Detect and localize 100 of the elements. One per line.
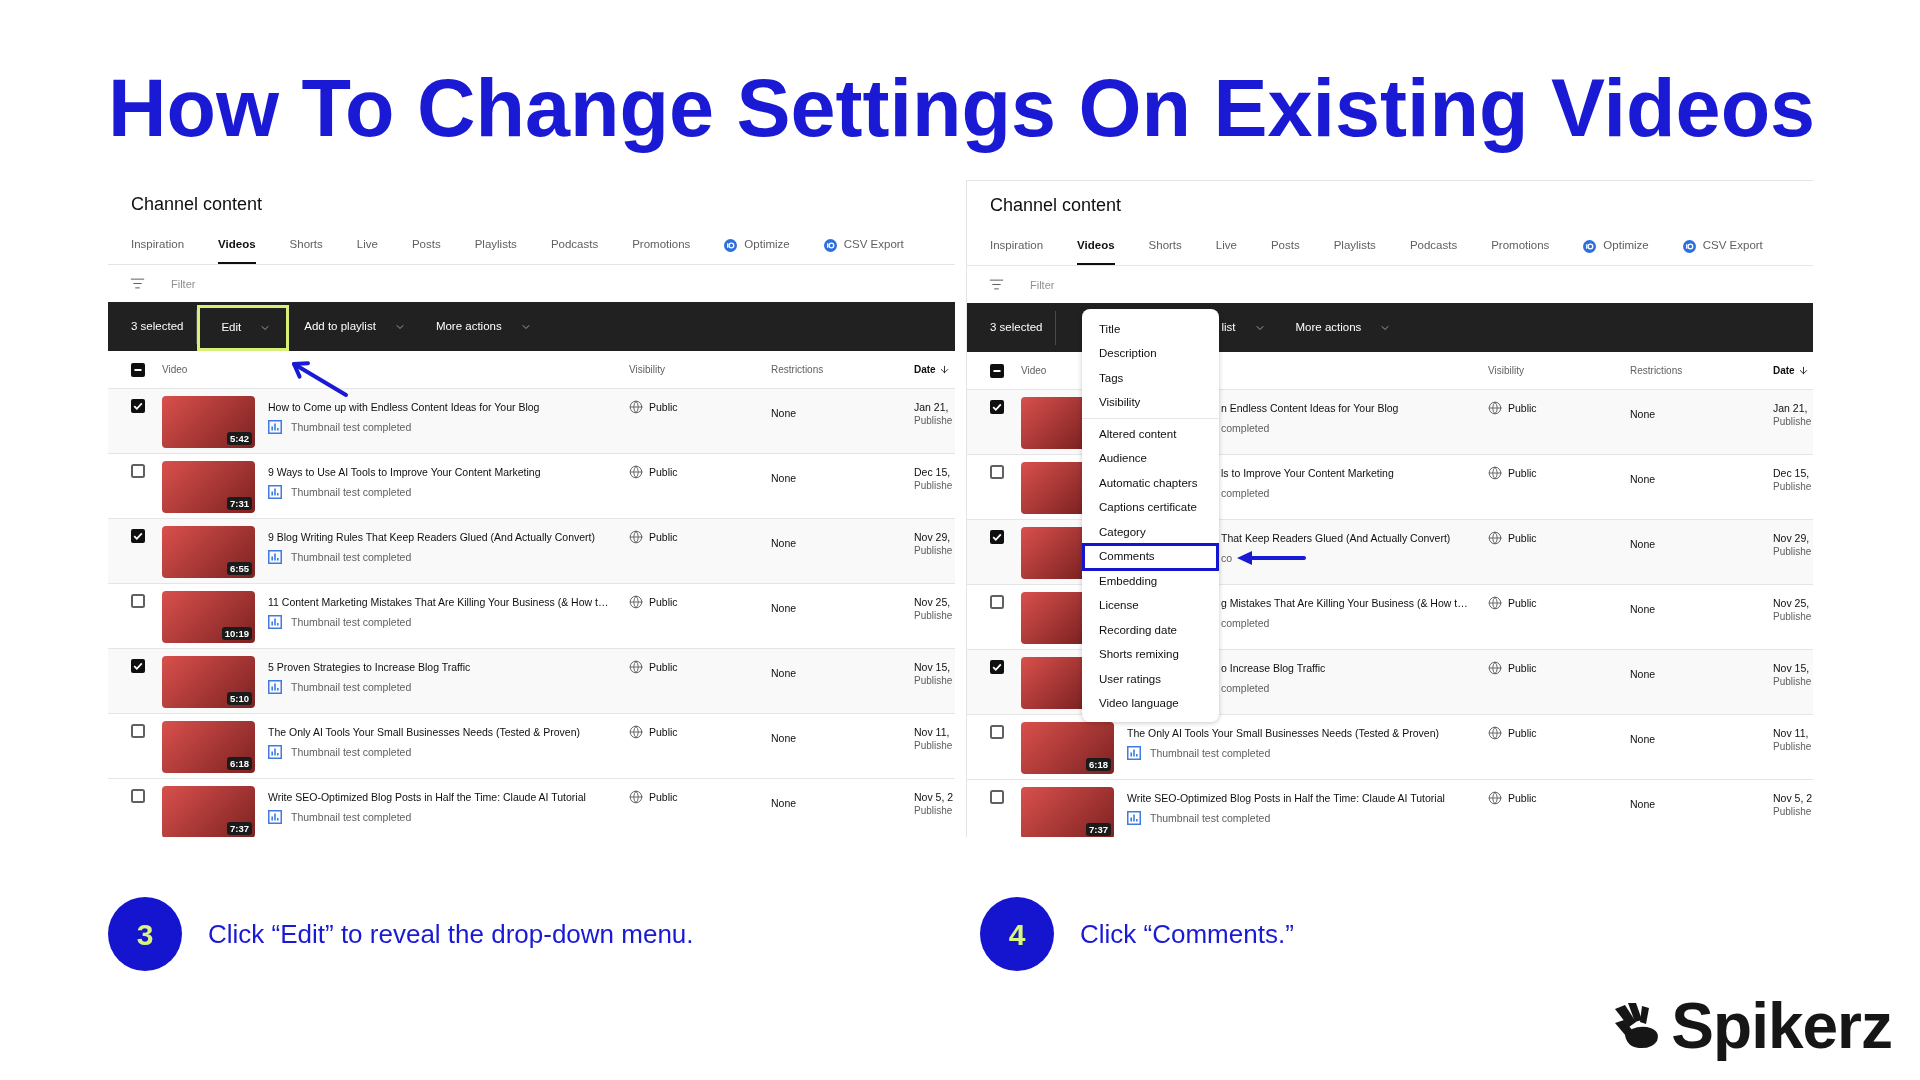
video-title[interactable]: 11 Content Marketing Mistakes That Are Killing Your Business (& How t…: [268, 595, 609, 609]
menu-item[interactable]: Visibility: [1082, 390, 1219, 415]
visibility-label[interactable]: Public: [649, 790, 678, 804]
thumbnail-placeholder[interactable]: [1021, 592, 1082, 644]
menu-item[interactable]: Embedding: [1082, 569, 1219, 594]
filter-icon[interactable]: [989, 277, 1004, 292]
tab[interactable]: Shorts: [289, 228, 323, 264]
video-title[interactable]: The Only AI Tools Your Small Businesses Needs (Tested & Proven): [268, 725, 581, 739]
checkbox[interactable]: [990, 363, 1004, 378]
visibility-label[interactable]: Public: [649, 660, 678, 674]
checkbox[interactable]: [990, 465, 1004, 479]
tab[interactable]: Podcasts: [550, 228, 599, 264]
menu-item[interactable]: Automatic chapters: [1082, 471, 1219, 496]
action-button[interactable]: Edit: [197, 305, 290, 351]
visibility-label[interactable]: Public: [1508, 531, 1537, 545]
action-button[interactable]: Add to playlist: [289, 303, 421, 350]
visibility-label[interactable]: Public: [1508, 726, 1537, 740]
video-title[interactable]: How to Come up with Endless Content Ideas for Your Blog: [268, 400, 540, 414]
visibility-label[interactable]: Public: [649, 725, 678, 739]
tab[interactable]: Videos: [218, 228, 256, 264]
checkbox[interactable]: [131, 399, 145, 413]
menu-item[interactable]: Captions certificate: [1082, 495, 1219, 520]
column-header[interactable]: Date: [1773, 363, 1795, 378]
tab[interactable]: CSV Export: [1682, 229, 1763, 265]
video-title[interactable]: 9 Ways to Use AI Tools to Improve Your Content Marketing: [268, 465, 541, 479]
checkbox[interactable]: [131, 659, 145, 673]
thumbnail-placeholder[interactable]: 5:42: [162, 396, 255, 448]
checkbox[interactable]: [990, 595, 1004, 609]
action-button[interactable]: More actions: [420, 303, 547, 350]
filter-field[interactable]: Filter: [1030, 272, 1350, 297]
tab[interactable]: Optimize: [724, 228, 790, 264]
column-header[interactable]: Date: [914, 362, 936, 377]
tab[interactable]: Live: [1215, 229, 1237, 265]
thumbnail-placeholder[interactable]: 7:37: [1021, 787, 1114, 837]
thumbnail-placeholder[interactable]: 7:31: [162, 461, 255, 513]
checkbox[interactable]: [131, 789, 145, 803]
visibility-label[interactable]: Public: [649, 465, 678, 479]
tab[interactable]: Inspiration: [990, 229, 1044, 265]
menu-item[interactable]: Altered content: [1082, 422, 1219, 447]
filter-field[interactable]: Filter: [171, 271, 491, 296]
checkbox[interactable]: [131, 464, 145, 478]
visibility-label[interactable]: Public: [1508, 401, 1537, 415]
thumbnail-placeholder[interactable]: 10:19: [162, 591, 255, 643]
menu-item[interactable]: Video language: [1082, 691, 1219, 716]
video-title[interactable]: n Endless Content Ideas for Your Blog: [1221, 401, 1399, 415]
video-title[interactable]: 5 Proven Strategies to Increase Blog Traffic: [268, 660, 471, 674]
thumbnail-placeholder[interactable]: 7:37: [162, 786, 255, 837]
tab[interactable]: Promotions: [632, 228, 691, 264]
video-title[interactable]: Write SEO-Optimized Blog Posts in Half the Time: Claude AI Tutorial: [1127, 791, 1445, 805]
menu-item[interactable]: Recording date: [1082, 618, 1219, 643]
visibility-label[interactable]: Public: [649, 530, 678, 544]
tab[interactable]: Podcasts: [1409, 229, 1458, 265]
video-title[interactable]: That Keep Readers Glued (And Actually Convert): [1221, 531, 1451, 545]
thumbnail-placeholder[interactable]: [1021, 397, 1082, 449]
video-title[interactable]: Write SEO-Optimized Blog Posts in Half the Time: Claude AI Tutorial: [268, 790, 586, 804]
visibility-label[interactable]: Public: [649, 595, 678, 609]
tab[interactable]: Playlists: [1333, 229, 1376, 265]
thumbnail-placeholder[interactable]: [1021, 657, 1082, 709]
thumbnail-placeholder[interactable]: [1021, 527, 1082, 579]
checkbox[interactable]: [131, 594, 145, 608]
visibility-label[interactable]: Public: [1508, 466, 1537, 480]
visibility-label[interactable]: Public: [1508, 661, 1537, 675]
tab[interactable]: Posts: [1270, 229, 1300, 265]
video-title[interactable]: ls to Improve Your Content Marketing: [1221, 466, 1394, 480]
thumbnail-placeholder[interactable]: 6:18: [162, 721, 255, 773]
menu-item[interactable]: Audience: [1082, 446, 1219, 471]
checkbox[interactable]: [990, 400, 1004, 414]
checkbox[interactable]: [990, 790, 1004, 804]
visibility-label[interactable]: Public: [1508, 791, 1537, 805]
checkbox[interactable]: [131, 529, 145, 543]
tab[interactable]: Optimize: [1583, 229, 1649, 265]
checkbox[interactable]: [990, 530, 1004, 544]
thumbnail-placeholder[interactable]: [1021, 462, 1082, 514]
menu-item[interactable]: User ratings: [1082, 667, 1219, 692]
thumbnail-placeholder[interactable]: 6:18: [1021, 722, 1114, 774]
visibility-label[interactable]: Public: [1508, 596, 1537, 610]
tab[interactable]: Inspiration: [131, 228, 185, 264]
menu-item[interactable]: Tags: [1082, 366, 1219, 391]
tab[interactable]: Live: [356, 228, 378, 264]
menu-item[interactable]: Category: [1082, 520, 1219, 545]
video-title[interactable]: g Mistakes That Are Killing Your Business (& How t…: [1221, 596, 1468, 610]
tab[interactable]: Shorts: [1148, 229, 1182, 265]
video-title[interactable]: 9 Blog Writing Rules That Keep Readers Glued (And Actually Convert): [268, 530, 596, 544]
tab[interactable]: CSV Export: [823, 228, 904, 264]
menu-item[interactable]: License: [1082, 593, 1219, 618]
thumbnail-placeholder[interactable]: 6:55: [162, 526, 255, 578]
tab[interactable]: Promotions: [1491, 229, 1550, 265]
menu-item[interactable]: Comments: [1082, 542, 1219, 571]
checkbox[interactable]: [990, 725, 1004, 739]
tab[interactable]: Playlists: [474, 228, 517, 264]
tab[interactable]: Posts: [411, 228, 441, 264]
checkbox[interactable]: [131, 724, 145, 738]
checkbox[interactable]: [131, 362, 145, 377]
thumbnail-placeholder[interactable]: 5:10: [162, 656, 255, 708]
tab[interactable]: Videos: [1077, 229, 1115, 265]
checkbox[interactable]: [990, 660, 1004, 674]
filter-icon[interactable]: [130, 276, 145, 291]
menu-item[interactable]: Shorts remixing: [1082, 642, 1219, 667]
visibility-label[interactable]: Public: [649, 400, 678, 414]
video-title[interactable]: o Increase Blog Traffic: [1221, 661, 1326, 675]
